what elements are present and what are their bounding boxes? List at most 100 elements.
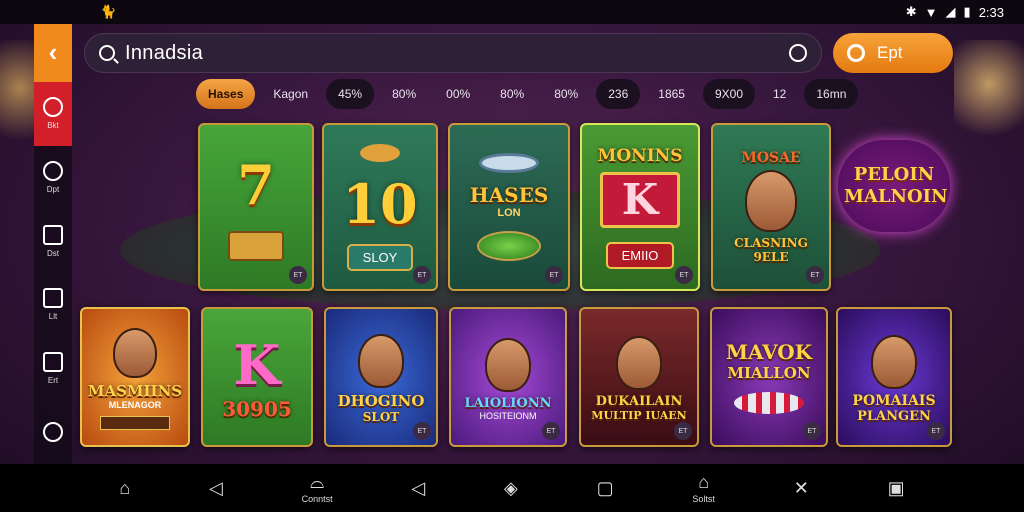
k-card: K xyxy=(600,171,680,228)
chip-2[interactable]: 45% xyxy=(326,79,375,109)
game-tile-3[interactable]: HASES LON ET xyxy=(448,123,570,291)
green-button-icon xyxy=(477,231,541,261)
contact-icon: ⌓ xyxy=(310,472,325,492)
nav-back-2[interactable]: ◁ xyxy=(411,478,425,498)
battery-icon: ▮ xyxy=(963,4,971,19)
tile-subtitle: LON xyxy=(497,207,521,219)
tile-number: 10 xyxy=(342,171,418,236)
tile-title: MASMIINS xyxy=(87,382,183,400)
nav-home[interactable]: ⌂ xyxy=(119,478,130,498)
tile-subtitle: PLANGEN xyxy=(857,408,931,424)
game-tile-12[interactable]: POMAIAIS PLANGEN ET xyxy=(836,307,952,447)
chip-5[interactable]: 80% xyxy=(488,79,536,109)
tile-badge: ET xyxy=(413,266,431,284)
status-bar: 🐈 ✱ ▼ ◢ ▮ 2:33 xyxy=(0,0,1024,24)
nav-contact[interactable]: ⌓ Conntst xyxy=(302,472,333,504)
tile-badge: ET xyxy=(803,422,821,440)
wifi-icon: ▼ xyxy=(924,4,938,20)
building-icon xyxy=(43,288,63,309)
tile-subtitle: SLOT xyxy=(362,410,400,424)
clock-time: 2:33 xyxy=(978,4,1004,20)
square-icon: ▢ xyxy=(596,478,614,498)
game-tile-7[interactable]: K 30905 xyxy=(201,307,313,447)
tile-title: MONINS xyxy=(597,145,683,166)
game-tile-1[interactable]: 7 ET xyxy=(198,123,314,291)
character-portrait xyxy=(113,328,157,378)
tile-title: DHOGINO xyxy=(337,392,425,410)
tile-badge: ET xyxy=(542,422,560,440)
chip-3[interactable]: 80% xyxy=(380,79,428,109)
nav-clipboard[interactable]: ▣ xyxy=(888,478,905,498)
tile-badge: ET xyxy=(413,422,431,440)
rail-item-chat[interactable]: Bkt xyxy=(34,81,72,146)
game-tile-5[interactable]: MOSAE CLASNING 9ELE ET xyxy=(711,123,831,291)
tile-subtitle: MIALLON xyxy=(727,364,811,382)
voice-search-icon[interactable] xyxy=(789,44,807,62)
chip-4[interactable]: 00% xyxy=(434,79,482,109)
game-tile-10[interactable]: DUKAILAIN MULTIP IUAEN ET xyxy=(579,307,699,447)
chip-11[interactable]: 16mn xyxy=(804,79,859,109)
game-tile-11[interactable]: MAVOK MIALLON ET xyxy=(710,307,828,447)
clipboard-icon: ▣ xyxy=(887,478,905,498)
chip-8[interactable]: 1865 xyxy=(646,79,697,109)
search-input[interactable]: Innadsia xyxy=(125,42,203,65)
chip-0[interactable]: Hases xyxy=(196,79,256,109)
nav-square[interactable]: ▢ xyxy=(597,478,614,498)
nav-back[interactable]: ◁ xyxy=(209,478,223,498)
rail-item-camera[interactable]: Dst xyxy=(34,209,72,273)
chip-stack-icon xyxy=(479,153,539,173)
tile-sub-button: EMIIO xyxy=(605,241,675,269)
promo-title: PELOIN MALNOIN xyxy=(844,164,948,207)
game-tile-2[interactable]: 10 SLOY ET xyxy=(322,123,438,291)
promo-banner[interactable]: PELOIN MALNOIN xyxy=(838,140,950,232)
nav-diamond[interactable]: ◈ xyxy=(504,478,518,498)
lamp-glow-right xyxy=(954,40,1024,150)
tile-badge: ET xyxy=(675,266,693,284)
rail-item-settings[interactable] xyxy=(34,400,72,464)
back-icon: ◁ xyxy=(209,478,223,498)
tile-badge: ET xyxy=(927,422,945,440)
bottom-nav: ⌂ ◁ ⌓ Conntst ◁ ◈ ▢ ⌂ Soltst ✕ ▣ xyxy=(0,464,1024,512)
tile-title: POMAIAIS xyxy=(852,392,936,409)
nav-close[interactable]: ✕ xyxy=(794,478,809,498)
chat-icon xyxy=(43,97,63,118)
tile-sub-button: SLOY xyxy=(346,243,414,271)
tile-letter: K xyxy=(233,333,281,397)
nav-select[interactable]: ⌂ Soltst xyxy=(692,472,715,504)
tile-badge: ET xyxy=(806,266,824,284)
filter-chips: Hases Kagon 45% 80% 00% 80% 80% 236 1865… xyxy=(196,78,956,110)
bluetooth-icon: ✱ xyxy=(905,4,917,19)
chip-1[interactable]: Kagon xyxy=(261,79,320,109)
search-bar[interactable]: Innadsia xyxy=(84,33,822,73)
tile-badge: ET xyxy=(289,266,307,284)
chip-6[interactable]: 80% xyxy=(542,79,590,109)
chip-7[interactable]: 236 xyxy=(596,79,641,109)
reels-icon xyxy=(100,416,170,430)
character-portrait xyxy=(358,334,404,388)
home-icon: ⌂ xyxy=(119,478,131,498)
back-icon: ◁ xyxy=(411,478,426,498)
rail-item-building[interactable]: Llt xyxy=(34,273,72,337)
tile-subtitle: MLENAGOR xyxy=(108,400,162,410)
share-icon xyxy=(43,351,63,372)
option-button[interactable]: Ept xyxy=(833,33,953,73)
signal-icon: ◢ xyxy=(945,4,956,19)
side-rail: ‹ Bkt Dpt Dst Llt Ert xyxy=(34,24,72,464)
tile-badge: ET xyxy=(674,422,692,440)
game-tile-9[interactable]: LAIOLIONN HOSITEIONM ET xyxy=(449,307,567,447)
rail-item-share[interactable]: Ert xyxy=(34,337,72,401)
back-button[interactable]: ‹ xyxy=(34,24,72,82)
house-icon: ⌂ xyxy=(698,472,710,492)
game-tile-4[interactable]: MONINS K EMIIO ET xyxy=(580,123,700,291)
tile-subtitle: HOSITEIONM xyxy=(479,410,537,421)
chip-9[interactable]: 9X00 xyxy=(702,79,755,109)
coin-icon xyxy=(360,143,400,162)
link-icon xyxy=(847,44,865,62)
rail-item-clock[interactable]: Dpt xyxy=(34,146,72,210)
tile-subtitle: MULTIP IUAEN xyxy=(591,409,687,422)
tile-title: MAVOK xyxy=(725,340,813,364)
character-portrait xyxy=(616,336,662,390)
game-tile-8[interactable]: DHOGINO SLOT ET xyxy=(324,307,438,447)
chip-10[interactable]: 12 xyxy=(761,79,798,109)
game-tile-6[interactable]: MASMIINS MLENAGOR xyxy=(80,307,190,447)
